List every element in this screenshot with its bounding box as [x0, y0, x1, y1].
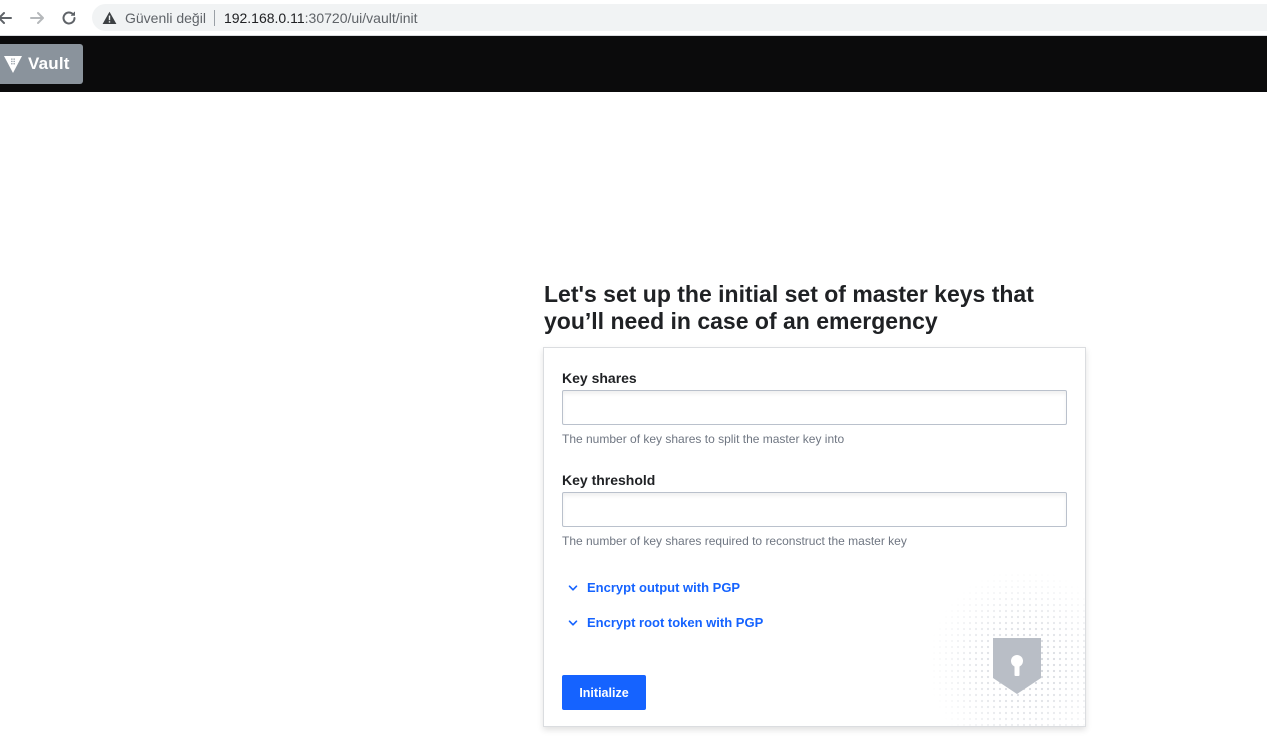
logo-text: Vault: [28, 54, 70, 73]
key-shares-label: Key shares: [562, 370, 637, 386]
address-bar[interactable]: Güvenli değil 192.168.0.11:30720/ui/vaul…: [92, 4, 1267, 31]
toggle-label: Encrypt root token with PGP: [587, 615, 764, 630]
url-host: 192.168.0.11: [223, 9, 305, 26]
browser-toolbar: Güvenli değil 192.168.0.11:30720/ui/vaul…: [0, 0, 1267, 36]
toggle-encrypt-root-token-pgp[interactable]: Encrypt root token with PGP: [568, 615, 763, 630]
forward-arrow-icon[interactable]: [26, 7, 48, 29]
key-threshold-help: The number of key shares required to rec…: [562, 534, 907, 548]
url-separator: [213, 9, 215, 26]
toggle-encrypt-output-pgp[interactable]: Encrypt output with PGP: [568, 580, 740, 595]
back-arrow-icon[interactable]: [0, 7, 16, 29]
app-header: Vault: [0, 36, 1267, 92]
vault-triangle-icon: [4, 56, 22, 73]
url-path: :30720/ui/vault/init: [304, 9, 418, 26]
key-threshold-input[interactable]: [562, 492, 1067, 527]
vault-logo-link[interactable]: Vault: [0, 44, 83, 84]
reload-icon[interactable]: [58, 7, 80, 29]
warning-icon: [102, 11, 117, 25]
page-title: Let's set up the initial set of master k…: [544, 281, 1034, 334]
init-form-card: Key shares The number of key shares to s…: [543, 347, 1086, 727]
key-threshold-label: Key threshold: [562, 472, 656, 488]
key-shares-input[interactable]: [562, 390, 1067, 425]
chevron-down-icon: [568, 584, 578, 591]
toggle-label: Encrypt output with PGP: [587, 580, 741, 595]
security-label[interactable]: Güvenli değil: [125, 10, 206, 26]
chevron-down-icon: [568, 619, 578, 626]
key-shares-help: The number of key shares to split the ma…: [562, 432, 845, 446]
url-text[interactable]: 192.168.0.11:30720/ui/vault/init: [224, 10, 418, 26]
initialize-button[interactable]: Initialize: [562, 675, 646, 710]
shield-keyhole-icon: [925, 566, 1085, 726]
